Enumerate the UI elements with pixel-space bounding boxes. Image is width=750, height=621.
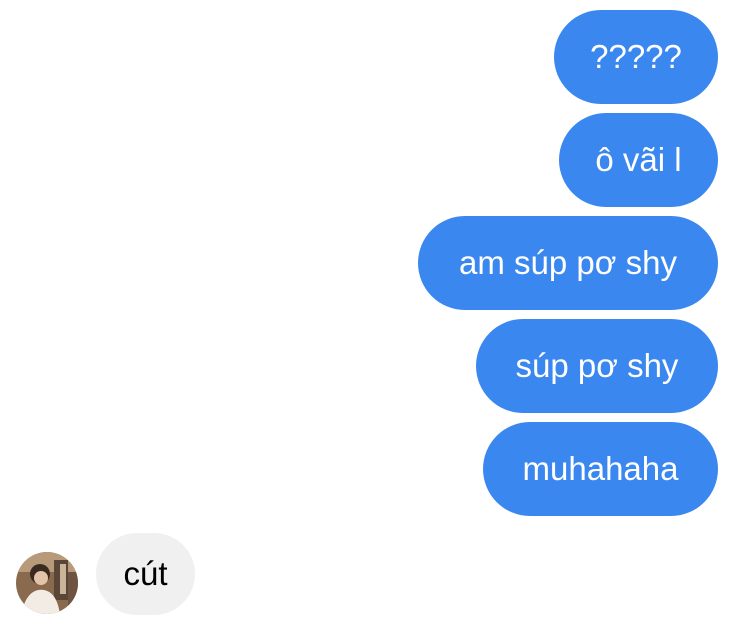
contact-avatar[interactable] — [16, 552, 78, 614]
outgoing-message-bubble[interactable]: am súp pơ shy — [418, 216, 718, 310]
avatar-photo-icon — [16, 552, 78, 614]
chat-thread: ????? ô vãi l am súp pơ shy súp pơ shy m… — [0, 0, 750, 621]
outgoing-message-bubble[interactable]: muhahaha — [483, 422, 718, 516]
outgoing-message-bubble[interactable]: ????? — [554, 10, 718, 104]
outgoing-message-bubble[interactable]: súp pơ shy — [476, 319, 718, 413]
outgoing-message-bubble[interactable]: ô vãi l — [559, 113, 718, 207]
incoming-message-bubble[interactable]: cút — [96, 533, 195, 615]
